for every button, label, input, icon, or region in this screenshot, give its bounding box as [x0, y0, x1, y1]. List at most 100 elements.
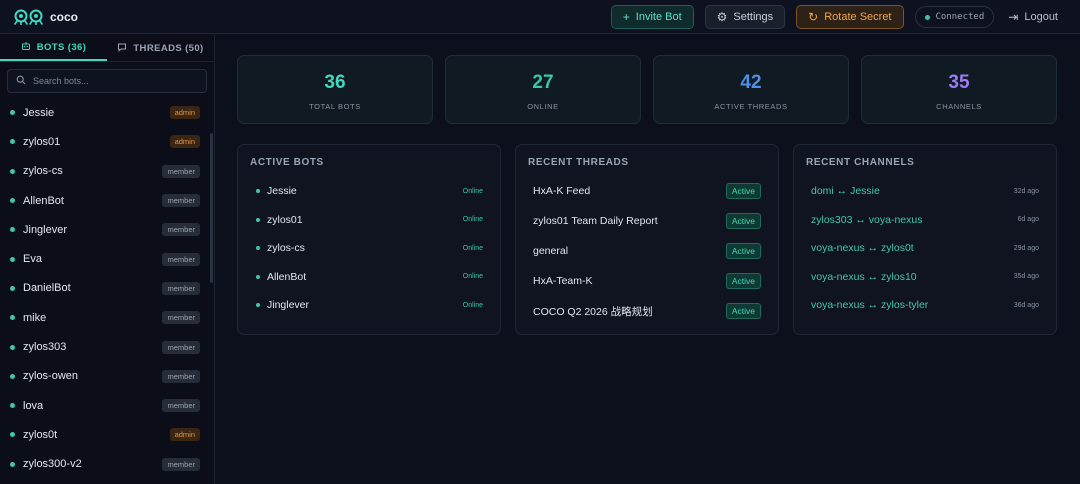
online-status: Online [462, 244, 483, 252]
search-bar [7, 69, 207, 93]
role-badge: admin [169, 428, 200, 442]
sidebar-bot-item[interactable]: zylos303 member [0, 332, 210, 361]
thread-row[interactable]: HxA-K Feed Active [516, 181, 778, 201]
channel-row[interactable]: zylos303 ↔ voya-nexus 6d ago [794, 210, 1056, 230]
active-bot-row[interactable]: zylos01 Online [238, 210, 500, 230]
active-bots-panel: ACTIVE BOTS Jessie Online zylos01 Online zyl… [237, 144, 501, 335]
stat-value: 42 [740, 72, 762, 93]
sidebar-bot-item[interactable]: AllenBot member [0, 186, 210, 215]
refresh-icon: ↻ [808, 10, 819, 24]
main-content: 36 TOTAL BOTS 27 ONLINE 42 ACTIVE THREAD… [215, 35, 1080, 484]
role-badge: member [162, 457, 200, 471]
rotate-secret-button[interactable]: ↻ Rotate Secret [796, 5, 904, 29]
thread-name: HxA-Team-K [533, 275, 593, 287]
role-badge: admin [169, 135, 200, 149]
role-badge: member [162, 281, 200, 295]
online-dot-icon [10, 432, 15, 438]
stat-label: CHANNELS [936, 102, 982, 111]
bot-name: zylos01 [23, 135, 61, 148]
stat-label: ACTIVE THREADS [714, 102, 788, 111]
online-status: Online [462, 187, 483, 195]
thread-row[interactable]: HxA-Team-K Active [516, 271, 778, 291]
sidebar-bot-item[interactable]: zylos01 admin [0, 127, 210, 156]
sidebar-bot-item[interactable]: Jessie admin [0, 98, 210, 127]
bot-name: Jessie [267, 185, 297, 197]
channel-row[interactable]: domi ↔ Jessie 32d ago [794, 181, 1056, 201]
active-bot-row[interactable]: AllenBot Online [238, 267, 500, 287]
active-bot-row[interactable]: Jessie Online [238, 181, 500, 201]
sidebar-bot-item[interactable]: Jinglever member [0, 215, 210, 244]
sidebar-bot-item[interactable]: zylos300-v2 member [0, 450, 210, 479]
bot-name: mike [23, 311, 47, 324]
thread-row[interactable]: zylos01 Team Daily Report Active [516, 211, 778, 231]
role-badge: member [162, 369, 200, 383]
status-dot-icon [924, 14, 930, 20]
online-status: Online [462, 273, 483, 280]
status-badge: Active [725, 273, 761, 289]
settings-button[interactable]: ⚙ Settings [704, 5, 786, 29]
recent-channels-panel: RECENT CHANNELS domi ↔ Jessie 32d ago zylo… [793, 144, 1057, 335]
bot-name: Jinglever [23, 223, 68, 236]
sidebar-bot-item[interactable]: zylos-cs member [0, 157, 210, 186]
channel-row[interactable]: voya-nexus ↔ zylos0t 29d ago [794, 238, 1056, 258]
channel-name: zylos303 ↔ voya-nexus [811, 213, 923, 226]
thread-row[interactable]: general Active [516, 241, 778, 261]
bot-name: zylos300-v2 [23, 458, 82, 471]
stat-value: 36 [324, 72, 346, 93]
sidebar-bot-item[interactable]: zylos-owen member [0, 362, 210, 391]
channel-age: 32d ago [1013, 187, 1039, 195]
tab-threads[interactable]: THREADS (50) [107, 35, 214, 61]
role-badge: member [162, 223, 200, 237]
gear-icon: ⚙ [716, 10, 728, 24]
connection-status: Connected [914, 6, 995, 28]
channel-row[interactable]: voya-nexus ↔ zylos-tyler 36d ago [794, 295, 1056, 315]
online-dot-icon [10, 227, 15, 233]
rotate-secret-label: Rotate Secret [824, 11, 892, 23]
bot-name: Jinglever [267, 299, 310, 311]
search-input[interactable] [33, 76, 193, 86]
bot-name: AllenBot [267, 270, 307, 283]
sidebar-bot-item[interactable]: mike member [0, 303, 210, 332]
active-bot-row[interactable]: Jinglever Online [238, 295, 500, 315]
channel-name: voya-nexus ↔ zylos0t [811, 242, 914, 254]
logout-button[interactable]: ⇥ Logout [1008, 10, 1058, 24]
online-dot-icon [10, 373, 15, 379]
bot-name: zylos01 [267, 213, 303, 226]
sidebar-bot-item[interactable]: Eva member [0, 244, 210, 273]
channel-row[interactable]: voya-nexus ↔ zylos10 35d ago [794, 267, 1056, 287]
channel-name: voya-nexus ↔ zylos-tyler [811, 299, 929, 311]
sidebar-bot-item[interactable]: DanielBot member [0, 274, 210, 303]
sidebar-bot-item[interactable]: lova member [0, 391, 210, 420]
online-dot-icon [256, 274, 260, 279]
thread-row[interactable]: COCO Q2 2026 战略规划 Active [516, 301, 778, 321]
online-dot-icon [10, 403, 15, 409]
panel-title: RECENT CHANNELS [806, 157, 915, 168]
recent-threads-panel: RECENT THREADS HxA-K Feed Active zylos01 T… [515, 144, 779, 335]
online-status: Online [462, 301, 483, 309]
stat-online: 27 ONLINE [445, 55, 641, 124]
active-bot-row[interactable]: zylos-cs Online [238, 238, 500, 258]
sidebar-bot-item[interactable]: zylos0t admin [0, 420, 210, 449]
sidebar: BOTS (36) THREADS (50) Jessieadminzylos0… [0, 35, 215, 484]
online-dot-icon [10, 256, 15, 262]
invite-bot-label: Invite Bot [635, 11, 682, 23]
tab-bots[interactable]: BOTS (36) [0, 35, 107, 61]
online-dot-icon [10, 110, 15, 116]
panel-title: RECENT THREADS [528, 157, 629, 168]
online-dot-icon [10, 344, 15, 350]
bot-name: lova [23, 399, 44, 412]
brand[interactable]: coco [14, 9, 78, 25]
sidebar-scrollbar[interactable] [210, 133, 213, 283]
stat-label: TOTAL BOTS [309, 102, 361, 111]
online-dot-icon [10, 139, 15, 145]
thread-name: zylos01 Team Daily Report [533, 215, 658, 227]
status-badge: Active [725, 183, 761, 199]
invite-bot-button[interactable]: + Invite Bot [610, 5, 694, 29]
role-badge: member [162, 164, 200, 178]
bot-list: Jessie admin zylos01 admin zylos-cs member All… [0, 98, 210, 479]
bot-name: zylos-cs [267, 242, 305, 254]
channel-age: 36d ago [1013, 301, 1039, 309]
bot-name: zylos-cs [23, 165, 63, 178]
app-name: coco [50, 9, 79, 24]
online-status: Online [462, 216, 483, 223]
